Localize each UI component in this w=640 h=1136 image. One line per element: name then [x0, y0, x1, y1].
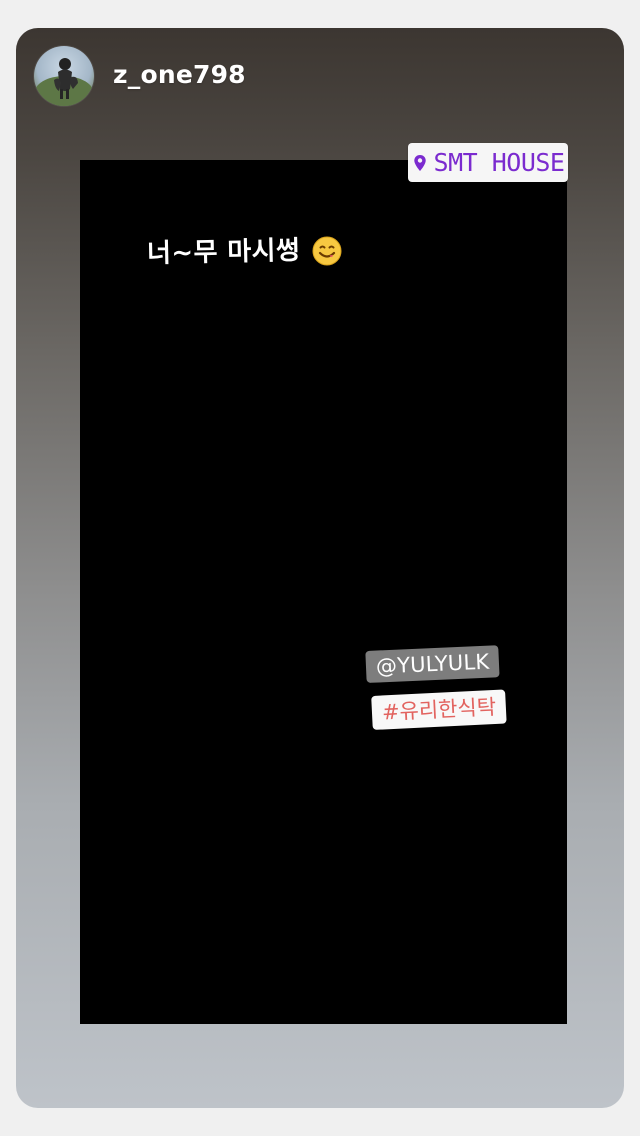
avatar[interactable] — [34, 46, 94, 106]
location-pin-icon — [413, 154, 426, 171]
instagram-story-screen: z_one798 SMT HOUSE 너~무 마시썽 @YULYULK #유리한… — [0, 0, 640, 1136]
hashtag-sticker[interactable]: #유리한식탁 — [371, 689, 507, 730]
username[interactable]: z_one798 — [113, 60, 246, 89]
smiling-face-emoji-icon — [312, 236, 342, 266]
story-card: z_one798 SMT HOUSE 너~무 마시썽 @YULYULK #유리한… — [16, 28, 624, 1108]
location-sticker[interactable]: SMT HOUSE — [408, 143, 568, 182]
mention-tag[interactable]: @YULYULK — [365, 645, 500, 683]
story-media-area — [80, 160, 567, 1024]
location-label: SMT HOUSE — [433, 148, 565, 177]
story-caption: 너~무 마시썽 — [146, 235, 301, 269]
avatar-image — [34, 58, 94, 106]
